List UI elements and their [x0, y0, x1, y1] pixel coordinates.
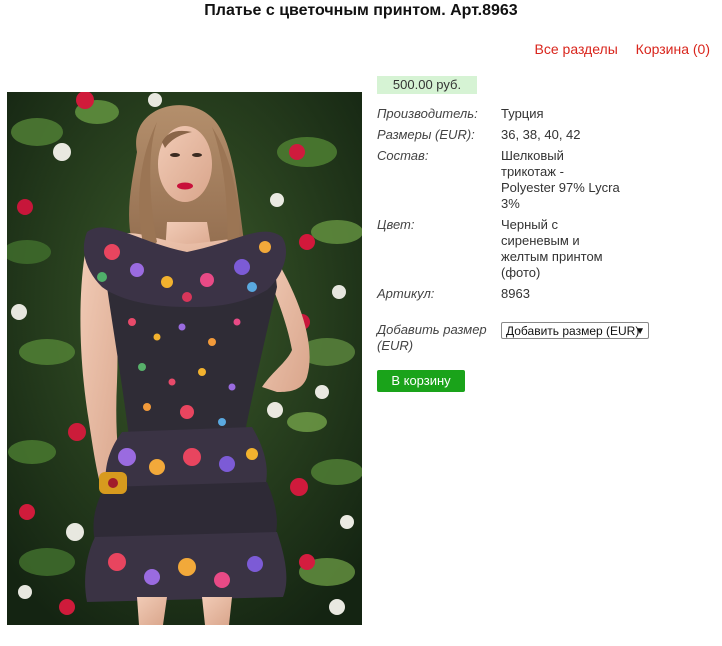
chevron-down-icon: ▼ — [635, 326, 645, 337]
all-sections-link[interactable]: Все разделы — [535, 41, 618, 57]
page-title: Платье с цветочным принтом. Арт.8963 — [204, 2, 518, 19]
spec-value: Шелковый трикотаж - Polyester 97% Lycra … — [501, 148, 620, 211]
size-select[interactable]: Добавить размер (EUR) ▼ — [501, 322, 649, 339]
price-badge: 500.00 руб. — [377, 76, 477, 94]
spec-value: Черный с сиреневым и желтым принтом (фот… — [501, 217, 603, 280]
add-to-cart-button[interactable]: В корзину — [377, 370, 465, 392]
cart-link[interactable]: Корзина (0) — [636, 41, 710, 57]
spec-label: Размеры (EUR): — [377, 127, 475, 142]
spec-label: Состав: — [377, 148, 429, 163]
spec-sizes: Размеры (EUR): 36, 38, 40, 42 — [377, 127, 677, 143]
add-size-label: Добавить размер (EUR) — [377, 322, 487, 353]
spec-label: Артикул: — [377, 286, 435, 301]
product-specs: Производитель: Турция Размеры (EUR): 36,… — [377, 106, 677, 307]
top-links: Все разделы Корзина (0) — [521, 41, 710, 57]
spec-value: 36, 38, 40, 42 — [501, 127, 581, 142]
spec-value: 8963 — [501, 286, 530, 301]
product-photo-image — [7, 92, 362, 625]
spec-value: Турция — [501, 106, 544, 121]
spec-article: Артикул: 8963 — [377, 286, 677, 302]
spec-composition: Состав: Шелковый трикотаж - Polyester 97… — [377, 148, 677, 212]
add-size-row: Добавить размер (EUR) Добавить размер (E… — [377, 322, 649, 354]
product-photo[interactable] — [7, 92, 362, 625]
size-select-value: Добавить размер (EUR) — [506, 324, 640, 338]
spec-label: Цвет: — [377, 217, 415, 232]
spec-label: Производитель: — [377, 106, 478, 121]
spec-color: Цвет: Черный с сиреневым и желтым принто… — [377, 217, 677, 281]
spec-manufacturer: Производитель: Турция — [377, 106, 677, 122]
